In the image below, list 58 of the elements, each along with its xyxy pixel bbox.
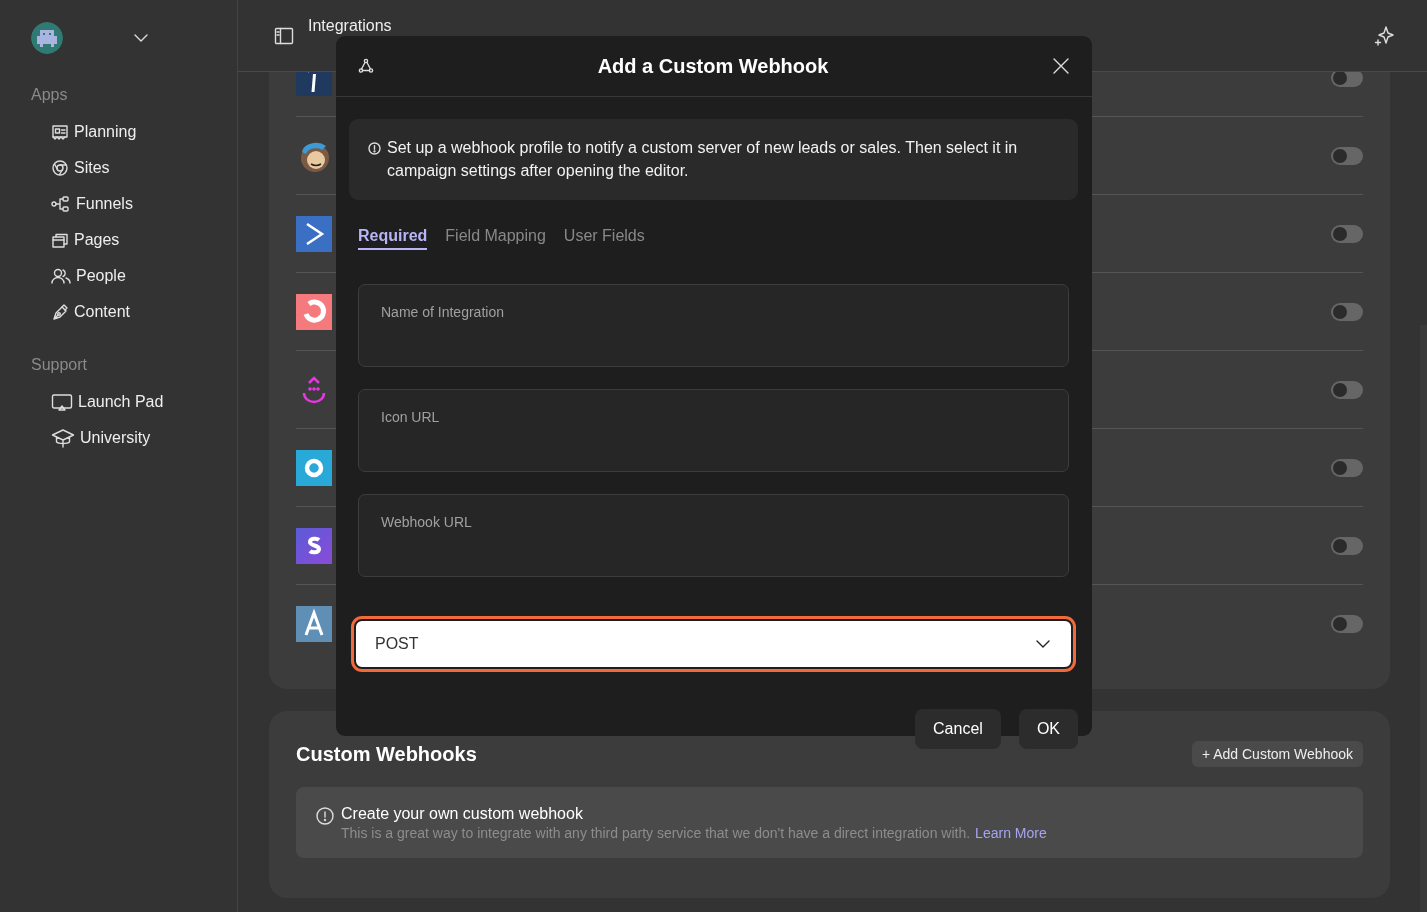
sidebar-toggle-icon [274,26,294,45]
close-button[interactable] [1052,57,1070,75]
chevron-down-icon [133,33,149,43]
sparkle-icon [1373,24,1395,47]
globe-icon [51,159,69,177]
input-field[interactable]: Name of Integration [358,284,1069,367]
pen-icon [51,303,69,321]
info-icon [368,142,381,155]
flow-icon [51,195,71,213]
section-title: Custom Webhooks [296,742,477,766]
peak-logo-icon [296,605,332,642]
circle-logo-icon [296,449,332,486]
sidebar-item[interactable]: Launch Pad [31,384,237,420]
sidebar-item[interactable]: Pages [31,222,237,258]
add-webhook-button[interactable]: + Add Custom Webhook [1191,741,1363,767]
graduation-cap-icon [51,428,75,448]
tab[interactable]: User Fields [563,227,645,250]
tab[interactable]: Required [358,227,428,250]
learn-more-link[interactable]: Learn More [975,825,1047,841]
info-text: Set up a webhook profile to notify a custom server of new leads or sales. Then select it in campaign settings after opening the editor. [387,138,1019,181]
toggle-switch[interactable] [1331,72,1363,87]
input-field[interactable]: Icon URL [358,389,1069,472]
sidebar-item[interactable]: People [31,258,237,294]
curve-logo-icon [296,527,332,564]
info-title: Create your own custom webhook [341,805,584,823]
close-icon [1052,57,1070,75]
sidebar-item[interactable]: University [31,420,237,456]
toggle-switch[interactable] [1331,146,1363,165]
chevron-down-icon [1035,639,1051,649]
sidebar-item[interactable]: Sites [31,150,237,186]
toggle-switch[interactable] [1331,302,1363,321]
ring-logo-icon [296,293,332,330]
chevron-logo-icon [296,215,332,252]
info-text: This is a great way to integrate with any third party service that we don't have a direct integration with. [341,825,971,841]
sidebar-item[interactable]: Planning [31,114,237,150]
method-select[interactable]: POST [354,619,1073,669]
newspaper-icon [51,123,69,141]
ok-button[interactable]: OK [1018,709,1078,749]
toggle-switch[interactable] [1331,380,1363,399]
toggle-switch[interactable] [1331,224,1363,243]
sidebar-item[interactable]: Content [31,294,237,330]
section-heading: Apps [31,86,69,104]
section-heading: Support [31,356,89,374]
toggle-switch[interactable] [1331,614,1363,633]
sidebar-item[interactable]: Funnels [31,186,237,222]
toggle-switch[interactable] [1331,536,1363,555]
cancel-button[interactable]: Cancel [915,709,1001,749]
toggle-switch[interactable] [1331,458,1363,477]
avatar-icon[interactable] [31,22,63,54]
tab[interactable]: Field Mapping [445,227,546,250]
pages-icon [51,231,69,249]
people-icon [51,267,71,285]
info-icon [316,807,334,825]
webhook-icon [358,58,374,74]
page-title: Integrations [308,17,393,35]
dialog-title: Add a Custom Webhook [597,54,829,78]
input-field[interactable]: Webhook URL [358,494,1069,577]
screen-icon [51,393,73,411]
